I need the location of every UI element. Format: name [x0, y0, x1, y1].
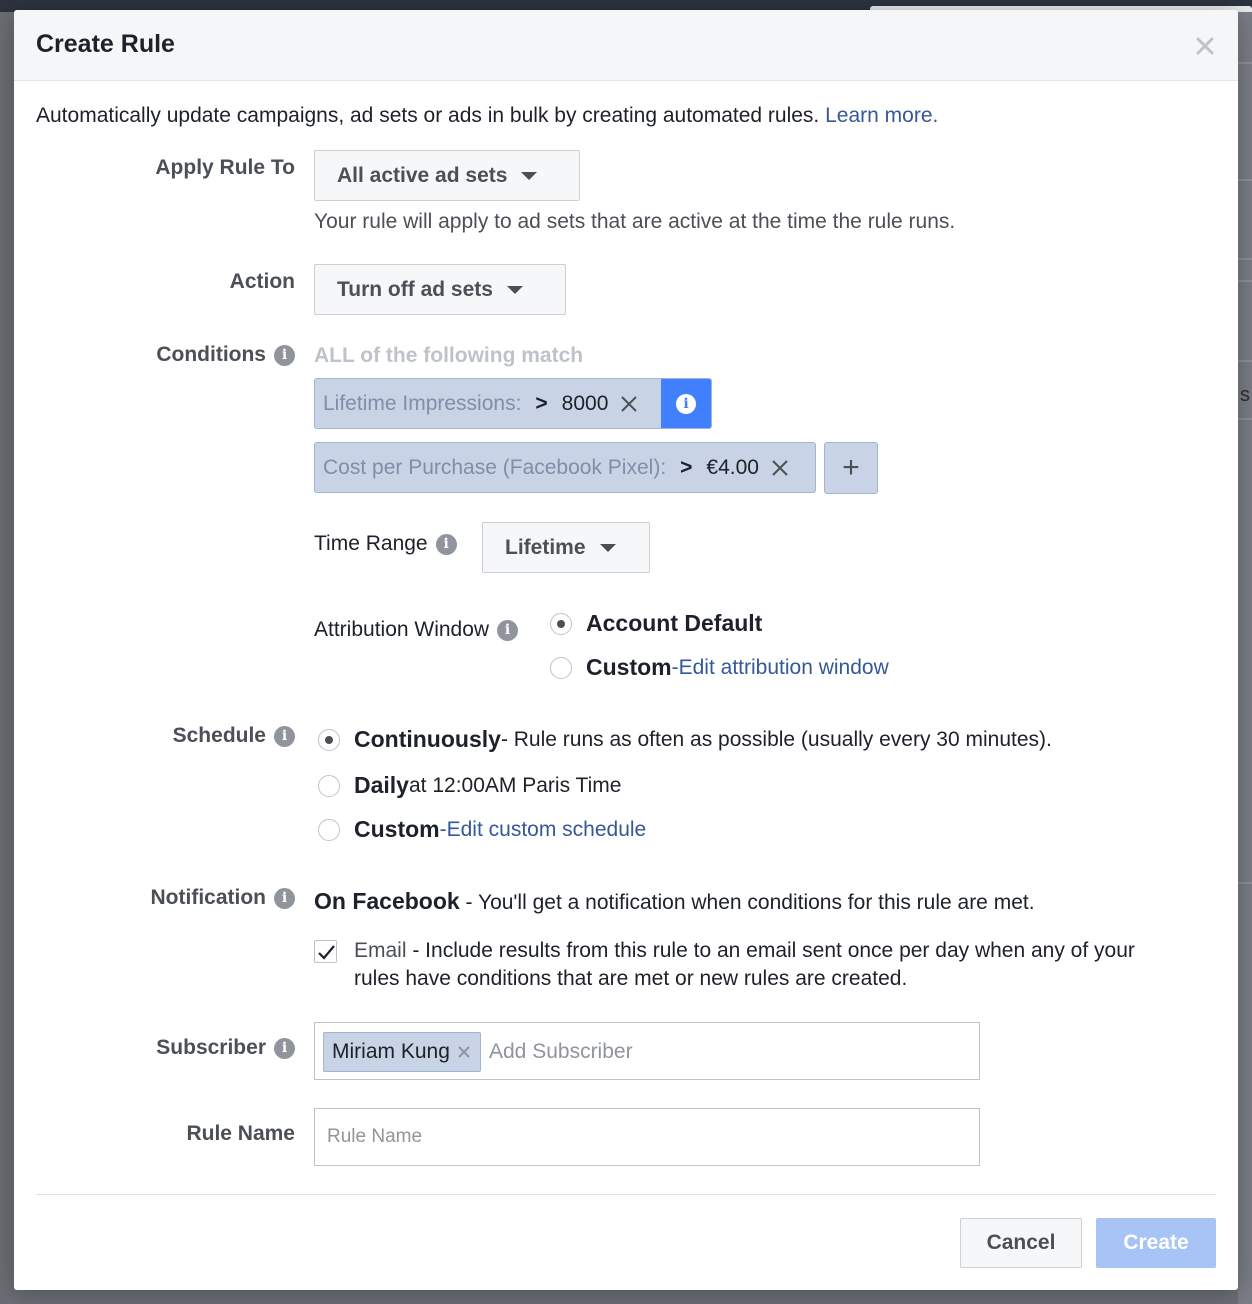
conditions-label: Conditions i [156, 343, 295, 367]
condition-info-button[interactable]: i [661, 379, 711, 428]
email-notification-text: Email - Include results from this rule t… [354, 937, 1184, 993]
condition-field: Lifetime Impressions: [323, 391, 522, 415]
rule-name-label: Rule Name [186, 1122, 295, 1145]
notification-channel: On Facebook [314, 888, 460, 914]
time-range-label: Time Range i [314, 532, 457, 556]
add-condition-button[interactable]: + [824, 442, 878, 494]
notification-facebook: On Facebook - You'll get a notification … [314, 888, 1035, 915]
condition-operator: > [535, 391, 548, 415]
schedule-option-label: Daily [354, 772, 409, 798]
info-icon[interactable]: i [497, 619, 519, 641]
add-subscriber-input[interactable] [487, 1033, 967, 1071]
caret-down-icon [599, 543, 616, 552]
schedule-separator: - [439, 817, 447, 841]
dialog-header: Create Rule [14, 10, 1238, 81]
schedule-option-label: Custom [354, 816, 440, 842]
condition-operator: > [680, 455, 693, 479]
schedule-option-custom[interactable]: Custom - Edit custom schedule [318, 816, 646, 843]
apply-rule-label: Apply Rule To [155, 156, 295, 179]
subscriber-token: Miriam Kung [323, 1032, 481, 1072]
schedule-option-continuously[interactable]: Continuously - Rule runs as often as pos… [318, 726, 1052, 753]
attribution-option-label: Custom [586, 654, 672, 680]
apply-rule-value: All active ad sets [337, 163, 508, 187]
dialog-title: Create Rule [36, 30, 175, 58]
learn-more-link[interactable]: Learn more. [825, 104, 938, 127]
remove-condition-icon[interactable] [618, 393, 640, 415]
email-checkbox[interactable] [314, 940, 337, 963]
remove-subscriber-icon[interactable] [456, 1044, 472, 1060]
condition-pill[interactable]: Cost per Purchase (Facebook Pixel): > €4… [314, 442, 816, 493]
schedule-label-text: Schedule [172, 724, 266, 747]
email-label: Email [354, 939, 407, 962]
footer-divider [36, 1194, 1216, 1195]
notification-label-text: Notification [150, 886, 267, 909]
edit-custom-schedule-link[interactable]: Edit custom schedule [447, 818, 647, 842]
action-value: Turn off ad sets [337, 277, 493, 301]
create-rule-dialog: Create Rule Automatically update campaig… [14, 10, 1238, 1290]
radio-button-selected[interactable] [550, 612, 572, 635]
subscriber-token-label: Miriam Kung [332, 1040, 450, 1063]
email-detail: - Include results from this rule to an e… [354, 939, 1135, 990]
time-range-label-text: Time Range [314, 532, 428, 555]
subscriber-field[interactable]: Miriam Kung [314, 1022, 980, 1080]
action-label: Action [229, 270, 295, 293]
notification-channel-detail: - You'll get a notification when conditi… [459, 891, 1035, 914]
condition-value: 8000 [561, 391, 609, 415]
caret-down-icon [506, 285, 523, 294]
intro-text: Automatically update campaigns, ad sets … [36, 104, 938, 128]
cancel-button[interactable]: Cancel [960, 1218, 1082, 1268]
schedule-option-daily[interactable]: Daily at 12:00AM Paris Time [318, 772, 621, 799]
conditions-match-label: ALL of the following match [314, 344, 584, 367]
info-icon[interactable]: i [274, 887, 295, 909]
close-icon[interactable] [1194, 35, 1216, 57]
attribution-separator: - [671, 655, 679, 679]
attribution-window-label-text: Attribution Window [314, 618, 490, 641]
radio-button[interactable] [318, 818, 340, 841]
attribution-window-label: Attribution Window i [314, 618, 519, 642]
attribution-option-label: Account Default [586, 610, 763, 636]
background-edge-text: s [1240, 384, 1250, 406]
attribution-option-default[interactable]: Account Default [550, 610, 762, 637]
edit-attribution-window-link[interactable]: Edit attribution window [679, 656, 889, 680]
checkmark-icon [318, 945, 335, 960]
rule-name-input[interactable] [314, 1108, 980, 1166]
create-button[interactable]: Create [1096, 1218, 1216, 1268]
apply-rule-helper: Your rule will apply to ad sets that are… [314, 210, 956, 233]
radio-button[interactable] [318, 774, 340, 797]
schedule-option-detail: at 12:00AM Paris Time [408, 773, 622, 797]
notification-label: Notification i [150, 886, 295, 910]
caret-down-icon [521, 171, 538, 180]
apply-rule-dropdown[interactable]: All active ad sets [314, 150, 580, 201]
radio-button-selected[interactable] [318, 728, 340, 751]
intro-description: Automatically update campaigns, ad sets … [36, 104, 820, 127]
schedule-option-detail: - Rule runs as often as possible (usuall… [500, 727, 1052, 751]
info-icon[interactable]: i [435, 533, 457, 555]
radio-button[interactable] [550, 656, 572, 679]
background-right-edge [1238, 12, 1252, 1304]
time-range-value: Lifetime [505, 535, 586, 559]
schedule-option-label: Continuously [354, 726, 501, 752]
info-icon[interactable]: i [274, 1037, 295, 1059]
conditions-label-text: Conditions [156, 343, 266, 366]
info-icon: i [676, 393, 696, 414]
attribution-option-custom[interactable]: Custom - Edit attribution window [550, 654, 889, 681]
info-icon[interactable]: i [274, 725, 295, 747]
condition-pill[interactable]: Lifetime Impressions: > 8000 i [314, 378, 712, 429]
schedule-label: Schedule i [173, 724, 295, 748]
time-range-dropdown[interactable]: Lifetime [482, 522, 650, 573]
remove-condition-icon[interactable] [769, 457, 791, 479]
info-icon[interactable]: i [274, 344, 295, 366]
action-dropdown[interactable]: Turn off ad sets [314, 264, 566, 315]
subscriber-label-text: Subscriber [156, 1036, 266, 1059]
condition-value: €4.00 [706, 455, 759, 479]
subscriber-label: Subscriber i [156, 1036, 295, 1060]
condition-field: Cost per Purchase (Facebook Pixel): [323, 455, 667, 479]
